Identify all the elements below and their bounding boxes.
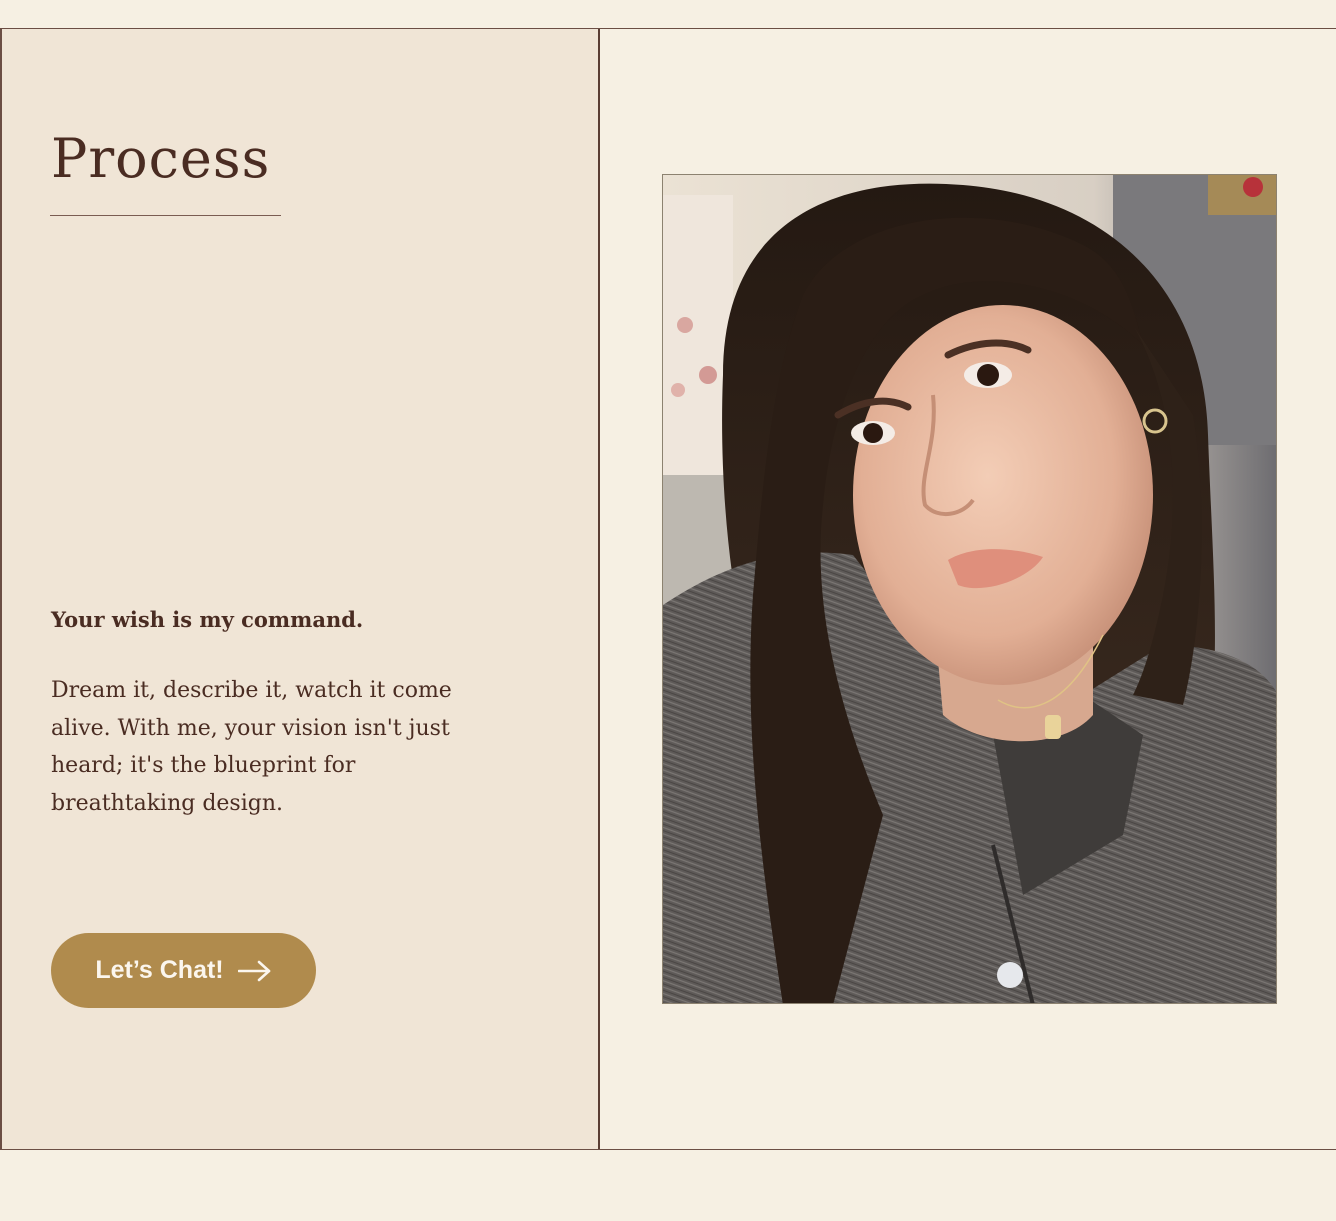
description-text: Dream it, describe it, watch it come ali… (51, 678, 452, 816)
bottom-divider (0, 1149, 1336, 1150)
lets-chat-button[interactable]: Let’s Chat! (51, 933, 316, 1008)
section-heading: Process (51, 127, 271, 190)
lets-chat-label: Let’s Chat! (95, 956, 224, 984)
process-section: Process Your wish is my command. Dream i… (0, 0, 1336, 1221)
arrow-right-icon (237, 960, 272, 982)
heading-underline (50, 215, 281, 216)
tagline: Your wish is my command. (51, 607, 364, 632)
portrait-photo (662, 174, 1277, 1004)
